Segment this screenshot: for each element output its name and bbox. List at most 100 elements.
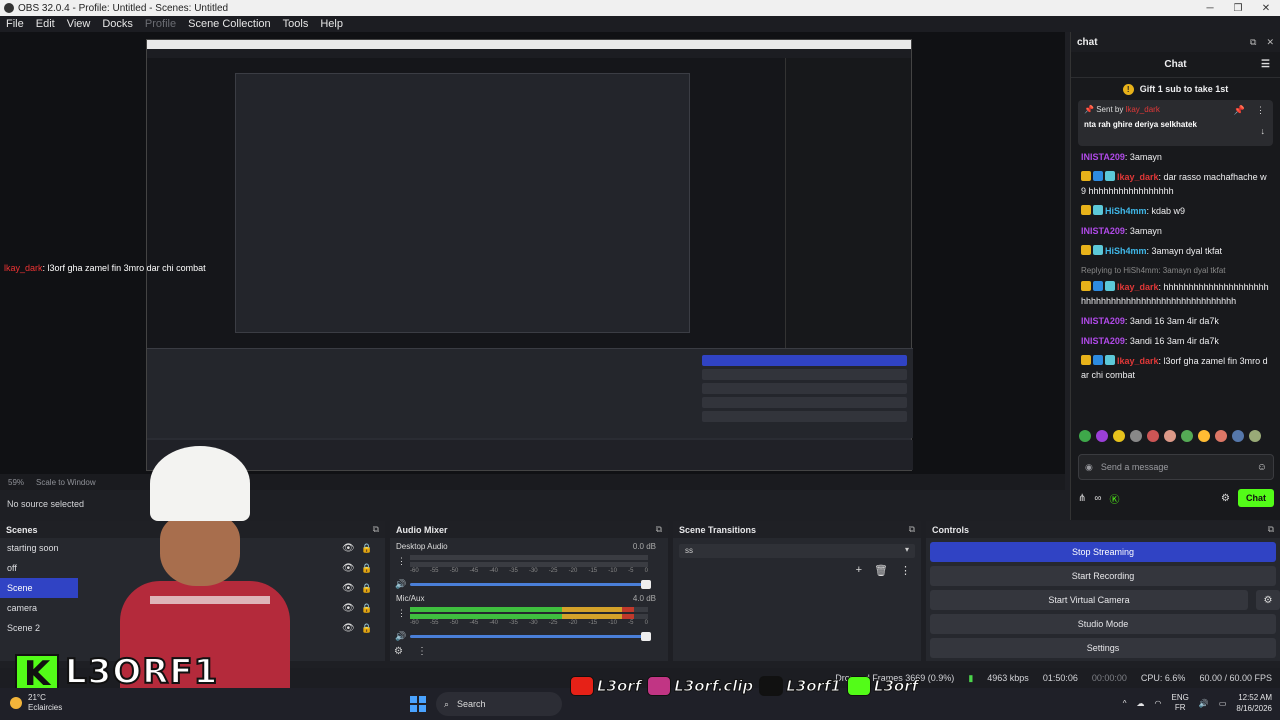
channel-menu-icon[interactable]: ⋮ xyxy=(397,556,406,567)
undock-icon[interactable]: ⧉ xyxy=(656,524,662,535)
reply-note: Replying to HiSh4mm: 3amayn dyal tkfat xyxy=(1081,266,1226,275)
zoom-level[interactable]: 59% xyxy=(8,478,24,487)
chat-username[interactable]: lkay_dark xyxy=(1117,172,1159,182)
chat-username[interactable]: lkay_dark xyxy=(1117,282,1159,292)
speaker-icon[interactable]: 🔊 xyxy=(395,579,406,590)
transition-value: ss xyxy=(685,546,693,555)
visibility-icon[interactable]: 👁 xyxy=(342,603,355,614)
emote-icon[interactable] xyxy=(1130,430,1142,442)
visibility-icon[interactable]: 👁 xyxy=(342,563,355,574)
minimize-icon[interactable]: ─ xyxy=(1196,3,1224,14)
emote-icon[interactable] xyxy=(1181,430,1193,442)
lock-icon[interactable]: 🔒 xyxy=(361,623,372,634)
menu-file[interactable]: File xyxy=(0,18,30,30)
cloud-icon[interactable]: ☁ xyxy=(1137,699,1145,708)
emote-icon[interactable] xyxy=(1249,430,1261,442)
preview-canvas[interactable]: lkay_dark: l3orf gha zamel fin 3mro dar … xyxy=(0,32,1065,474)
studio-mode-button[interactable]: Studio Mode xyxy=(930,614,1276,634)
menu-scene-collection[interactable]: Scene Collection xyxy=(182,18,277,30)
chat-text: : kdab w9 xyxy=(1146,206,1186,216)
language-indicator[interactable]: ENG FR xyxy=(1172,693,1189,713)
speaker-icon[interactable]: 🔊 xyxy=(395,631,406,642)
visibility-icon[interactable]: 👁 xyxy=(342,623,355,634)
chat-message: INISTA209: 3amayn xyxy=(1081,150,1270,164)
volume-icon[interactable]: 🔊 xyxy=(1199,699,1209,708)
trash-icon[interactable]: 🗑 xyxy=(874,564,888,577)
gear-icon[interactable]: ⚙ xyxy=(1221,493,1230,504)
lock-icon[interactable]: 🔒 xyxy=(361,583,372,594)
chat-username[interactable]: INISTA209 xyxy=(1081,152,1125,162)
channel-menu-icon[interactable]: ⋮ xyxy=(397,608,406,619)
more-icon[interactable]: ⋮ xyxy=(1256,105,1265,116)
pin-icon[interactable]: 📌 xyxy=(1234,105,1245,116)
gift-banner[interactable]: ! Gift 1 sub to take 1st xyxy=(1071,78,1280,100)
battery-icon[interactable]: ▭ xyxy=(1219,699,1227,708)
start-virtual-camera-button[interactable]: Start Virtual Camera xyxy=(930,590,1248,610)
visibility-icon[interactable]: 👁 xyxy=(342,583,355,594)
start-recording-button[interactable]: Start Recording xyxy=(930,566,1276,586)
emote-icon[interactable] xyxy=(1113,430,1125,442)
chat-text: : 3andi 16 3am 4ir da7k xyxy=(1124,336,1219,346)
lock-icon[interactable]: 🔒 xyxy=(361,563,372,574)
emoji-icon[interactable]: ☺ xyxy=(1257,462,1267,473)
taskbar-search[interactable]: ⌕ Search xyxy=(436,692,562,716)
undock-icon[interactable]: ⧉ xyxy=(373,524,379,535)
mixer-menu-icon[interactable]: ⋮ xyxy=(417,646,427,657)
volume-slider[interactable] xyxy=(410,632,651,641)
advanced-audio-icon[interactable]: ⚙ xyxy=(394,646,403,657)
undock-icon[interactable]: ⧉ xyxy=(1250,37,1256,48)
menu-help[interactable]: Help xyxy=(314,18,349,30)
windows-start-icon[interactable] xyxy=(410,696,426,712)
lock-icon[interactable]: 🔒 xyxy=(361,603,372,614)
weather-widget[interactable]: 21°C Eclaircies xyxy=(10,693,62,713)
tray-chevron-icon[interactable]: ^ xyxy=(1123,699,1127,708)
close-icon[interactable]: ✕ xyxy=(1266,37,1274,48)
cpu-usage: CPU: 6.6% xyxy=(1140,673,1186,683)
emote-icon[interactable] xyxy=(1215,430,1227,442)
lock-icon[interactable]: 🔒 xyxy=(361,543,372,554)
emote-icon[interactable] xyxy=(1232,430,1244,442)
cyan-badge-icon xyxy=(1093,245,1103,255)
visibility-icon[interactable]: 👁 xyxy=(342,543,355,554)
emote-icon[interactable] xyxy=(1164,430,1176,442)
chat-username[interactable]: HiSh4mm xyxy=(1105,206,1147,216)
menu-edit[interactable]: Edit xyxy=(30,18,61,30)
chat-input[interactable]: ◉ Send a message ☺ xyxy=(1078,454,1274,480)
chat-send-button[interactable]: Chat xyxy=(1238,489,1274,507)
users-icon[interactable]: ☰ xyxy=(1261,59,1270,70)
chat-username[interactable]: lkay_dark xyxy=(1117,356,1159,366)
undock-icon[interactable]: ⧉ xyxy=(1268,524,1274,535)
undock-icon[interactable]: ⧉ xyxy=(909,524,915,535)
close-icon[interactable]: ✕ xyxy=(1252,3,1280,14)
volume-slider[interactable] xyxy=(410,580,651,589)
menu-profile[interactable]: Profile xyxy=(139,18,182,30)
emote-icon[interactable] xyxy=(1096,430,1108,442)
blue-badge-icon xyxy=(1093,171,1103,181)
menu-view[interactable]: View xyxy=(61,18,97,30)
link-icon[interactable]: ∞ xyxy=(1094,493,1101,504)
stop-streaming-button[interactable]: Stop Streaming xyxy=(930,542,1276,562)
more-icon[interactable]: ⋮ xyxy=(900,564,911,577)
settings-button[interactable]: Settings xyxy=(930,638,1276,658)
kick-icon[interactable]: Ⓚ xyxy=(1110,491,1120,506)
scale-mode[interactable]: Scale to Window xyxy=(36,478,96,487)
volume-knob[interactable] xyxy=(641,632,651,641)
virtual-camera-gear-icon[interactable]: ⚙ xyxy=(1256,590,1280,610)
emote-icon[interactable] xyxy=(1079,430,1091,442)
add-icon[interactable]: + xyxy=(856,564,862,577)
chat-username[interactable]: INISTA209 xyxy=(1081,226,1125,236)
chat-username[interactable]: INISTA209 xyxy=(1081,336,1125,346)
emote-icon[interactable] xyxy=(1198,430,1210,442)
chat-username[interactable]: INISTA209 xyxy=(1081,316,1125,326)
transition-select[interactable]: ss ▾ xyxy=(679,544,915,558)
clock[interactable]: 12:52 AM 8/16/2026 xyxy=(1236,692,1272,714)
menu-docks[interactable]: Docks xyxy=(96,18,139,30)
menu-tools[interactable]: Tools xyxy=(277,18,315,30)
chat-username[interactable]: HiSh4mm xyxy=(1105,246,1147,256)
volume-knob[interactable] xyxy=(641,580,651,589)
maximize-icon[interactable]: ❐ xyxy=(1224,3,1252,14)
emote-icon[interactable] xyxy=(1147,430,1159,442)
share-icon[interactable]: ⋔ xyxy=(1078,493,1086,504)
wifi-icon[interactable]: ◠ xyxy=(1155,699,1162,708)
collapse-icon[interactable]: ↓ xyxy=(1261,126,1266,136)
